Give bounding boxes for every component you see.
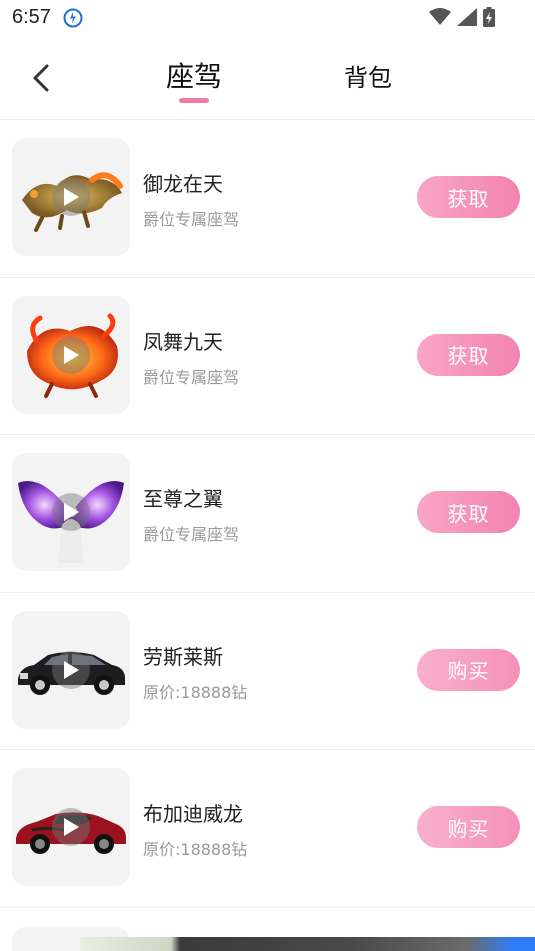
- item-thumbnail[interactable]: [12, 768, 130, 887]
- back-button[interactable]: [24, 60, 58, 96]
- item-title: 布加迪威龙: [143, 802, 243, 827]
- list-item: 御龙在天 爵位专属座驾 获取: [0, 120, 535, 278]
- item-subtitle: 爵位专属座驾: [143, 210, 240, 229]
- battery-charging-icon: [483, 7, 495, 27]
- active-tab-indicator: [179, 98, 209, 103]
- tab-backpack[interactable]: 背包: [335, 58, 401, 93]
- cell-signal-icon: [457, 8, 477, 26]
- item-subtitle: 原价:18888钻: [143, 682, 248, 702]
- get-button[interactable]: 获取: [417, 491, 520, 534]
- status-time: 6:57: [12, 6, 51, 28]
- wifi-icon: [429, 8, 451, 25]
- play-icon: [52, 178, 90, 216]
- item-thumbnail[interactable]: [12, 453, 130, 572]
- status-bar: 6:57: [0, 0, 535, 38]
- item-subtitle: 爵位专属座驾: [143, 525, 240, 545]
- get-button[interactable]: 获取: [417, 176, 520, 218]
- chevron-left-icon: [33, 64, 49, 92]
- header: 座驾 背包: [0, 38, 535, 120]
- list-item: 至尊之翼 爵位专属座驾 获取: [0, 435, 535, 593]
- item-thumbnail[interactable]: [12, 138, 130, 256]
- play-icon: [52, 650, 90, 689]
- bottom-overlay-strip: [80, 937, 535, 951]
- item-title: 劳斯莱斯: [143, 644, 223, 669]
- buy-button[interactable]: 购买: [417, 648, 520, 691]
- item-subtitle: 爵位专属座驾: [143, 367, 240, 387]
- get-button[interactable]: 获取: [417, 333, 520, 376]
- item-title: 凤舞九天: [143, 329, 223, 354]
- item-thumbnail[interactable]: [12, 295, 130, 414]
- mount-list: 御龙在天 爵位专属座驾 获取 凤舞九天 爵位专属座驾 获取 至尊之翼 爵位专属座…: [0, 120, 535, 908]
- play-icon: [52, 335, 90, 374]
- item-title: 至尊之翼: [143, 487, 223, 512]
- app-notification-icon: [63, 8, 83, 28]
- item-subtitle: 原价:18888钻: [143, 840, 248, 860]
- list-item: 布加迪威龙 原价:18888钻 购买: [0, 750, 535, 908]
- buy-button[interactable]: 购买: [417, 806, 520, 849]
- list-item: 凤舞九天 爵位专属座驾 获取: [0, 278, 535, 436]
- item-title: 御龙在天: [143, 172, 223, 196]
- item-thumbnail[interactable]: [12, 610, 130, 729]
- play-icon: [52, 493, 90, 532]
- list-item: 劳斯莱斯 原价:18888钻 购买: [0, 593, 535, 751]
- tab-mounts[interactable]: 座驾: [155, 55, 233, 95]
- status-icons: [429, 7, 495, 27]
